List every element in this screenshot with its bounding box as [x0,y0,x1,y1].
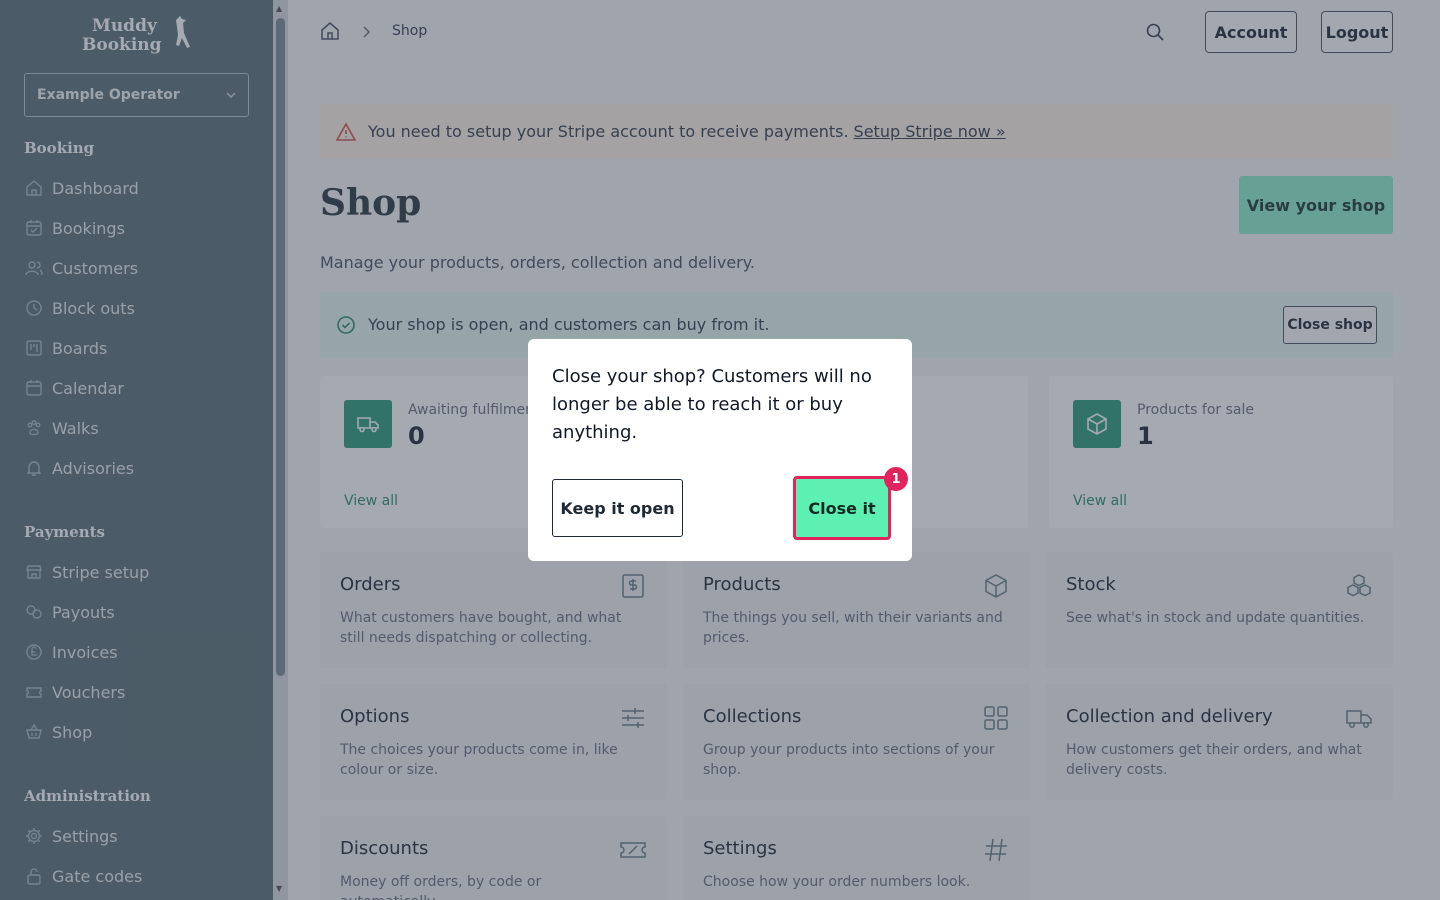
close-it-button[interactable]: Close it [793,476,891,540]
step-badge: 1 [884,467,908,491]
dialog-message: Close your shop? Customers will no longe… [552,366,872,443]
keep-it-open-button[interactable]: Keep it open [552,479,683,537]
